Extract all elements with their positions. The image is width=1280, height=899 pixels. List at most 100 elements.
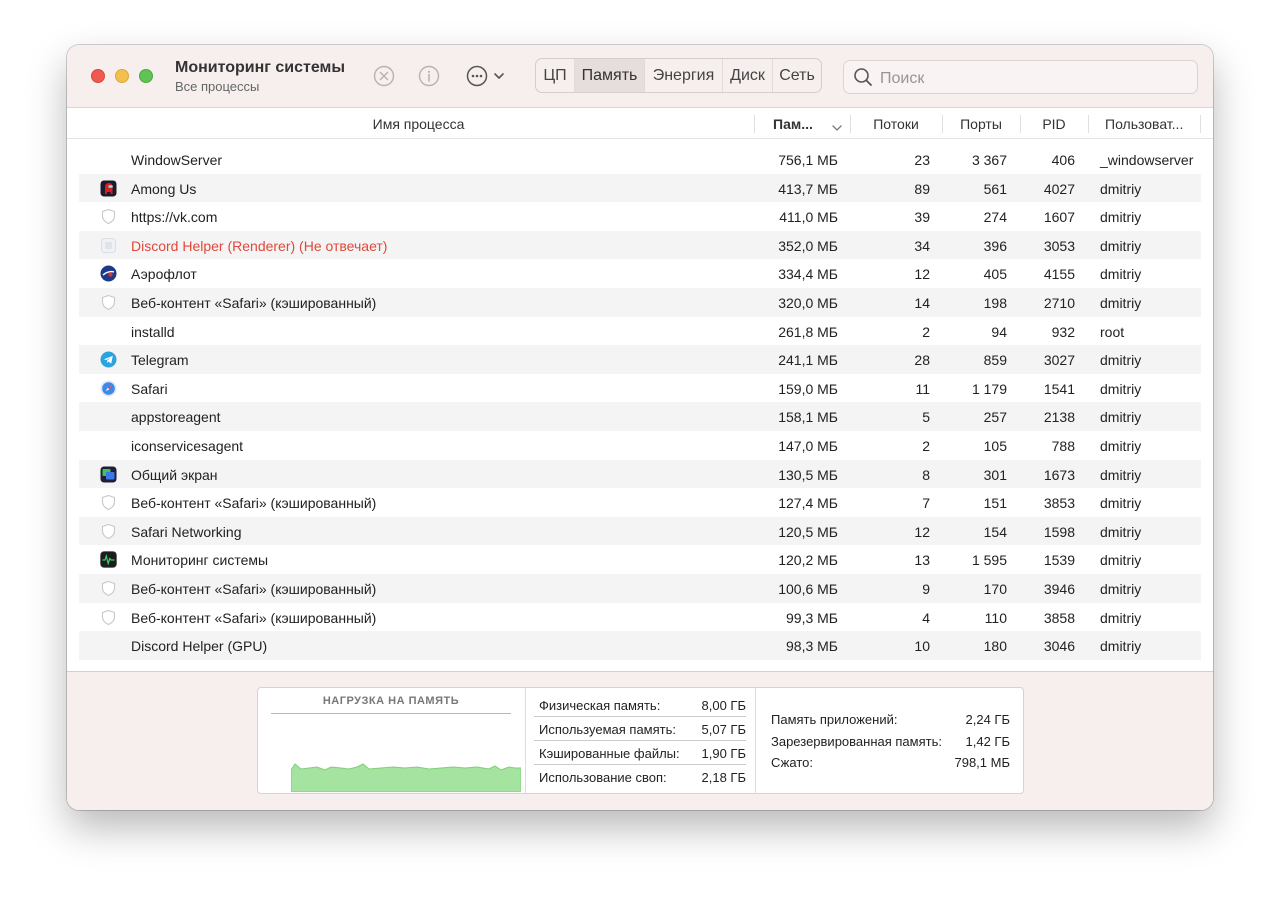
compressed-memory-stat: Сжато: 798,1 МБ (771, 755, 1010, 777)
process-threads: 28 (914, 352, 930, 369)
table-row[interactable]: Мониторинг системы 120,2 МБ 13 1 595 1539 dmi… (79, 545, 1201, 574)
stat-value: 8,00 ГБ (701, 698, 746, 713)
stat-value: 2,18 ГБ (701, 770, 746, 785)
shield-icon (100, 208, 117, 225)
column-header-name[interactable]: Имя процесса (67, 108, 770, 139)
process-user: dmitriy (1100, 495, 1142, 512)
table-row[interactable]: Discord Helper (GPU) 98,3 МБ 10 180 3046 dmit… (79, 631, 1201, 660)
tab-network[interactable]: Сеть (773, 59, 821, 92)
minimize-button[interactable] (115, 69, 129, 83)
process-threads: 11 (915, 380, 930, 397)
view-tabs: ЦП Память Энергия Диск Сеть (535, 58, 822, 93)
stat-label: Зарезервированная память: (771, 734, 942, 749)
more-actions-icon[interactable] (466, 65, 488, 87)
process-user: dmitriy (1100, 266, 1142, 283)
memory-breakdown: Память приложений: 2,24 ГБ Зарезервирова… (756, 688, 1023, 793)
tab-memory[interactable]: Память (575, 59, 645, 92)
process-memory: 130,5 МБ (778, 466, 838, 483)
process-threads: 8 (922, 466, 930, 483)
table-row[interactable]: Веб-контент «Safari» (кэшированный) 320,0… (79, 288, 1201, 317)
table-header: Имя процесса Пам... Потоки Порты PID Пол… (67, 108, 1213, 139)
process-pid: 1541 (1043, 380, 1075, 397)
memory-summary-panel: НАГРУЗКА НА ПАМЯТЬ Физическая память: 8,… (257, 687, 1024, 794)
process-name: Веб-контент «Safari» (кэшированный) (131, 609, 377, 626)
table-row[interactable]: Safari Networking 120,5 МБ 12 154 1598 dmitri… (79, 516, 1201, 546)
process-ports: 274 (983, 209, 1007, 226)
search-field[interactable]: Поиск (843, 60, 1198, 94)
toolbar: Мониторинг системы Все процессы ЦП Памят… (67, 45, 1213, 108)
column-header-ports[interactable]: Порты (942, 108, 1020, 139)
process-name: appstoreagent (131, 409, 221, 426)
table-row[interactable]: Safari 159,0 МБ 11 1 179 1541 dmitriy (79, 374, 1201, 403)
table-row[interactable]: appstoreagent 158,1 МБ 5 257 2138 dmitriy (79, 402, 1201, 431)
process-memory: 100,6 МБ (778, 581, 838, 597)
tab-disk[interactable]: Диск (723, 59, 773, 92)
process-ports: 405 (983, 266, 1007, 283)
process-user: dmitriy (1100, 581, 1142, 597)
table-row[interactable]: Веб-контент «Safari» (кэшированный) 99,3 … (79, 603, 1201, 632)
table-row[interactable]: https://vk.com 411,0 МБ 39 274 1607 dmitriy (79, 202, 1201, 231)
process-threads: 4 (922, 609, 930, 626)
process-memory: 120,5 МБ (778, 523, 838, 540)
column-header-pid[interactable]: PID (1020, 108, 1088, 139)
process-memory: 411,0 МБ (779, 209, 838, 226)
table-row[interactable]: Веб-контент «Safari» (кэшированный) 100,6… (79, 574, 1201, 603)
process-pid: 1673 (1043, 466, 1075, 483)
process-name: Safari Networking (131, 523, 242, 540)
tab-energy[interactable]: Энергия (645, 59, 723, 92)
column-header-user[interactable]: Пользоват... (1088, 108, 1213, 139)
table-row[interactable]: installd 261,8 МБ 2 94 932 root (79, 317, 1201, 346)
stop-process-icon[interactable] (373, 65, 395, 87)
process-user: dmitriy (1100, 438, 1142, 454)
memory-stats: Физическая память: 8,00 ГБ Используемая … (526, 688, 756, 793)
used-memory-stat: Используемая память: 5,07 ГБ (534, 717, 746, 741)
table-row[interactable]: Веб-контент «Safari» (кэшированный) 127,4… (79, 488, 1201, 517)
process-name: Discord Helper (GPU) (131, 638, 268, 655)
generic-app-icon (100, 237, 117, 254)
process-threads: 12 (914, 266, 930, 283)
process-memory: 320,0 МБ (778, 295, 838, 311)
shield-icon (100, 294, 117, 311)
process-name: Веб-контент «Safari» (кэшированный) (131, 295, 377, 311)
process-pid: 3858 (1043, 609, 1075, 626)
table-row[interactable]: WindowServer 756,1 МБ 23 3 367 406 _windowser… (79, 145, 1201, 174)
physical-memory-stat: Физическая память: 8,00 ГБ (534, 693, 746, 717)
table-row[interactable]: Общий экран 130,5 МБ 8 301 1673 dmitriy (79, 459, 1201, 489)
process-ports: 110 (984, 609, 1007, 626)
process-pid: 3027 (1043, 352, 1075, 369)
chevron-down-icon[interactable] (493, 69, 505, 83)
table-row[interactable]: Telegram 241,1 МБ 28 859 3027 dmitriy (79, 345, 1201, 374)
window-subtitle: Все процессы (175, 79, 260, 94)
table-row[interactable]: Among Us 413,7 МБ 89 561 4027 dmitriy (79, 173, 1201, 203)
process-pid: 3053 (1043, 237, 1075, 254)
process-user: dmitriy (1100, 237, 1142, 254)
screen-sharing-icon (100, 466, 117, 483)
table-row[interactable]: Discord Helper (Renderer) (Не отвечает) 3… (79, 230, 1201, 260)
process-memory: 120,2 МБ (778, 552, 838, 569)
info-icon[interactable] (418, 65, 440, 87)
process-threads: 13 (914, 552, 930, 569)
process-user: dmitriy (1100, 209, 1142, 226)
process-ports: 170 (983, 581, 1007, 597)
tab-cpu[interactable]: ЦП (536, 59, 575, 92)
process-name: Мониторинг системы (131, 552, 269, 569)
column-header-threads[interactable]: Потоки (850, 108, 942, 139)
process-memory: 352,0 МБ (778, 237, 838, 254)
process-name: Общий экран (131, 466, 218, 483)
table-row[interactable]: iconservicesagent 147,0 МБ 2 105 788 dmitriy (79, 431, 1201, 460)
process-user: _windowserver (1100, 152, 1194, 168)
close-button[interactable] (91, 69, 105, 83)
process-memory: 158,1 МБ (778, 409, 838, 426)
shield-icon (100, 494, 117, 511)
stat-label: Память приложений: (771, 712, 898, 727)
process-name: iconservicesagent (131, 438, 244, 454)
memory-pressure-graph (291, 763, 521, 792)
table-row[interactable]: Аэрофлот 334,4 МБ 12 405 4155 dmitriy (79, 259, 1201, 288)
zoom-button[interactable] (139, 69, 153, 83)
process-ports: 151 (983, 495, 1007, 512)
process-memory: 261,8 МБ (778, 323, 838, 340)
process-ports: 198 (983, 295, 1007, 311)
process-memory: 127,4 МБ (778, 495, 838, 512)
shield-icon (100, 580, 117, 597)
process-name: WindowServer (131, 152, 223, 168)
